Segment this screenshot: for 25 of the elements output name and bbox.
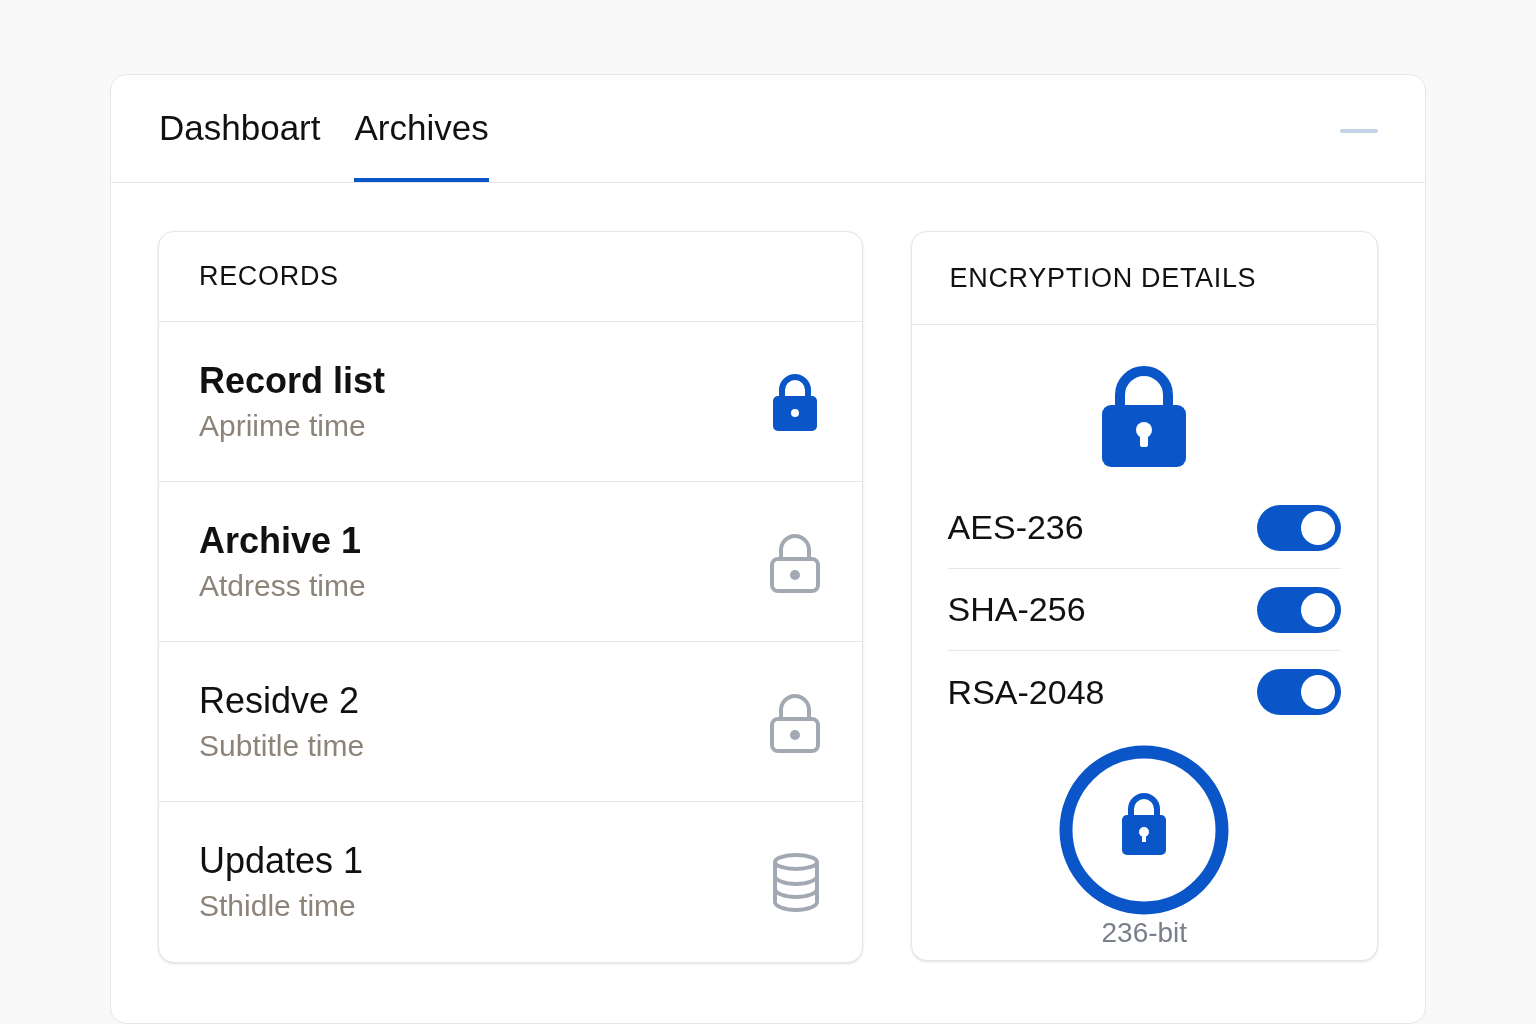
record-row[interactable]: Updates 1 Sthidle time [159,802,862,962]
toggle-switch[interactable] [1257,586,1341,633]
record-title: Record list [199,362,386,399]
tab[interactable]: Archives [354,101,489,182]
record-row[interactable]: Archive 1 Atdress time [159,482,862,642]
database-icon [771,852,820,912]
algorithm-label: SHA-256 [947,589,1086,630]
record-subtitle: Atdress time [199,570,366,601]
record-title: Updates 1 [199,843,364,879]
record-subtitle: Apriime time [199,410,367,441]
algorithm-label: AES-236 [947,507,1084,548]
record-row[interactable]: Residve 2 Subtitle time [159,642,862,802]
tab[interactable]: Dashboart [159,101,321,182]
card-title: ENCRYPTION DETAILS [949,261,1257,295]
card-title: RECORDS [199,260,339,294]
record-row[interactable]: Record list Apriime time [159,322,862,482]
record-subtitle: Sthidle time [199,891,357,921]
key-size-label: 236-bit [1101,919,1188,947]
record-title: Residve 2 [199,682,361,719]
lock-badge-icon [1059,745,1230,915]
toggle-switch[interactable] [1257,669,1341,715]
record-title: Archive 1 [199,522,363,559]
record-subtitle: Subtitle time [199,730,365,761]
algorithm-label: RSA-2048 [947,671,1105,713]
toggle-switch[interactable] [1257,504,1341,551]
